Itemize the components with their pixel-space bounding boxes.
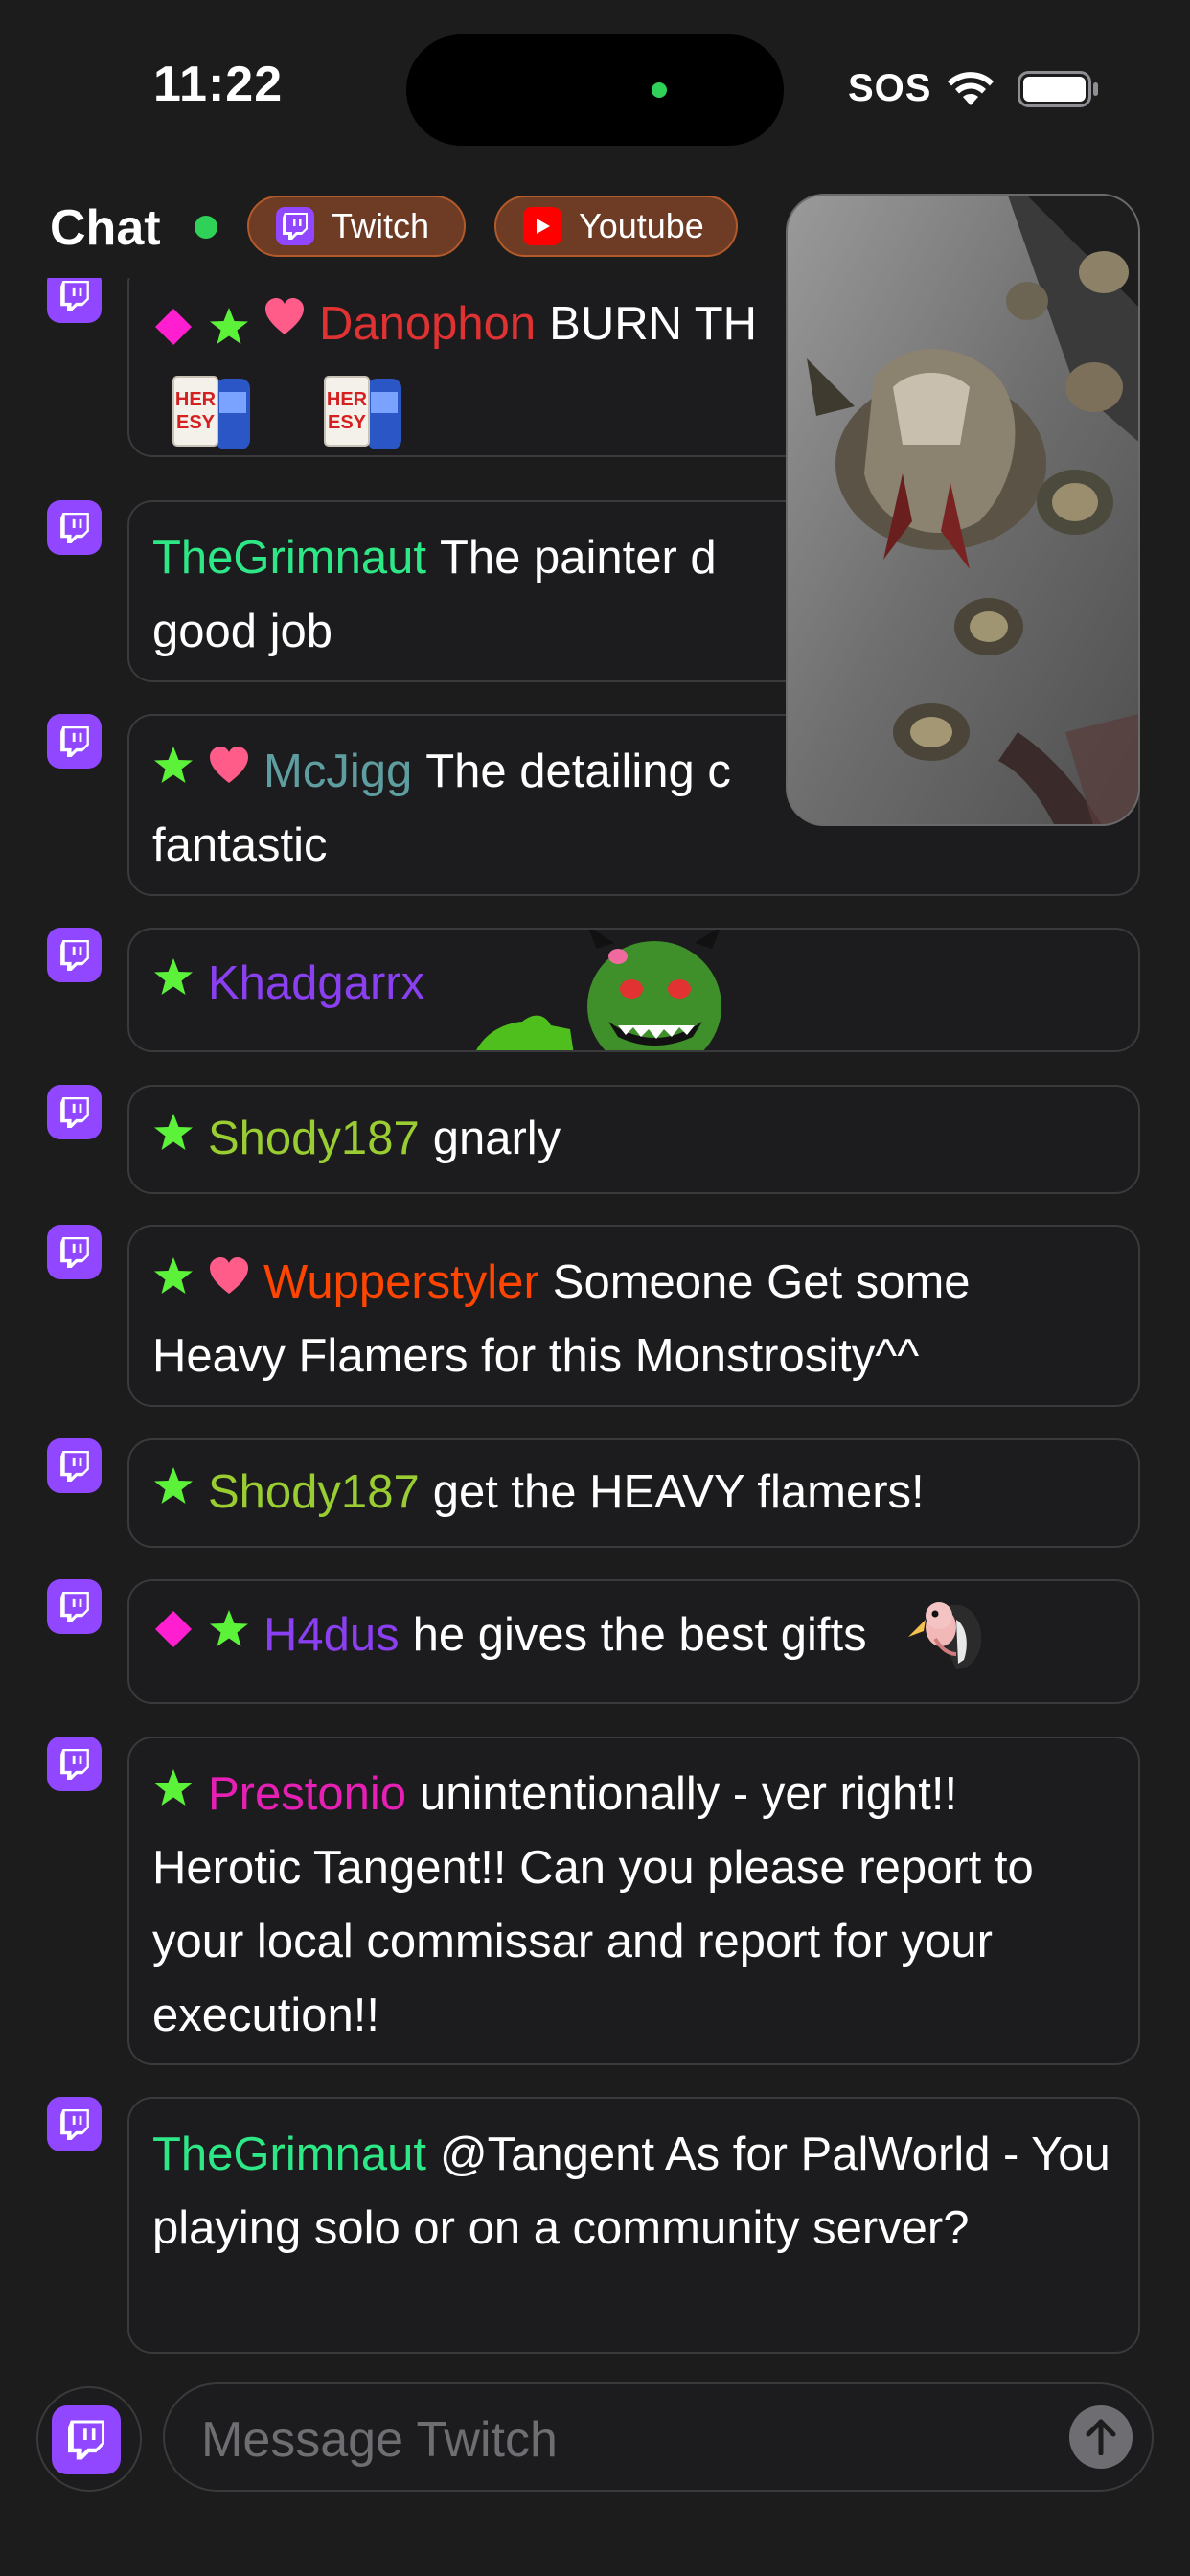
status-time: 11:22 [153, 57, 284, 112]
username[interactable]: Prestonio [208, 1768, 406, 1820]
heart-badge-icon [210, 747, 248, 784]
message-bubble: Shody187 gnarly [127, 1085, 1140, 1194]
message-text: gnarly [432, 1113, 561, 1164]
diamond-badge-icon [155, 1611, 192, 1648]
username[interactable]: Khadgarrx [208, 957, 424, 1009]
heresy-emote-icon: HER ESY [323, 376, 401, 449]
message-bubble: H4dus he gives the best gifts [127, 1579, 1140, 1704]
message-input-placeholder[interactable]: Message Twitch [201, 2411, 558, 2469]
twitch-icon [47, 928, 102, 982]
goblin-emote-icon [476, 930, 721, 1050]
star-badge-icon [154, 1769, 193, 1806]
username[interactable]: Shody187 [208, 1466, 420, 1518]
twitch-icon [47, 714, 102, 769]
battery-icon [1018, 71, 1098, 107]
message-bubble: Prestonio unintentionally - yer right!! H… [127, 1736, 1140, 2065]
miniatures-video-image [788, 196, 1138, 824]
twitch-icon [276, 207, 314, 245]
message-bubble: Shody187 get the HEAVY flamers! [127, 1438, 1140, 1548]
star-badge-icon [210, 308, 248, 345]
heresy-emote-icon: HER ESY [172, 376, 250, 449]
camera-indicator-dot [652, 82, 667, 98]
video-preview[interactable] [786, 194, 1140, 826]
arrow-up-icon [1086, 2419, 1116, 2455]
twitch-icon[interactable] [52, 2405, 121, 2474]
message-text: get the HEAVY flamers! [432, 1466, 925, 1518]
username[interactable]: H4dus [263, 1609, 400, 1661]
username[interactable]: Shody187 [208, 1113, 420, 1164]
username[interactable]: Wupperstyler [263, 1256, 539, 1308]
wifi-icon [948, 72, 994, 105]
platform-filter-twitch[interactable]: Twitch [247, 196, 466, 257]
chat-title: Chat [50, 200, 161, 256]
star-badge-icon [154, 1114, 193, 1151]
twitch-icon [47, 2097, 102, 2151]
heart-badge-icon [265, 298, 304, 335]
live-status-dot [195, 216, 217, 239]
twitch-icon [47, 1579, 102, 1634]
star-badge-icon [154, 1467, 193, 1505]
message-text: BURN TH [549, 298, 758, 350]
message-bubble: Khadgarrx [127, 928, 1140, 1052]
star-badge-icon [210, 1610, 248, 1647]
message-text: he gives the best gifts [412, 1609, 867, 1661]
send-button[interactable] [1069, 2405, 1133, 2469]
twitch-icon [47, 1736, 102, 1791]
username[interactable]: TheGrimnaut [152, 532, 426, 584]
chat-screen: 11:22 SOS Chat Twitch Youtube Danophon B… [0, 0, 1190, 2576]
platform-filter-label: Youtube [579, 206, 704, 245]
svg-text:HER: HER [327, 389, 368, 410]
twitch-icon [47, 500, 102, 555]
sos-indicator: SOS [848, 67, 932, 109]
username[interactable]: Danophon [319, 298, 536, 350]
message-bubble: TheGrimnaut @Tangent As for PalWorld - Yo… [127, 2097, 1140, 2354]
twitch-icon [47, 1225, 102, 1279]
platform-filter-youtube[interactable]: Youtube [494, 196, 738, 257]
message-bubble: Wupperstyler Someone Get some Heavy Flame… [127, 1225, 1140, 1407]
svg-text:HER: HER [175, 389, 217, 410]
dynamic-island [406, 34, 784, 146]
svg-text:ESY: ESY [176, 412, 216, 433]
twitch-icon [47, 278, 102, 323]
star-badge-icon [154, 747, 193, 784]
youtube-icon [523, 207, 561, 245]
username[interactable]: TheGrimnaut [152, 2128, 426, 2180]
star-badge-icon [154, 1257, 193, 1295]
svg-text:ESY: ESY [328, 412, 367, 433]
platform-filter-label: Twitch [332, 206, 430, 245]
username[interactable]: McJigg [263, 746, 412, 797]
twitch-icon [47, 1438, 102, 1493]
heart-badge-icon [210, 1257, 248, 1295]
twitch-icon [47, 1085, 102, 1139]
star-badge-icon [154, 958, 193, 996]
vulture-emote-icon [908, 1602, 982, 1670]
diamond-badge-icon [155, 309, 192, 346]
